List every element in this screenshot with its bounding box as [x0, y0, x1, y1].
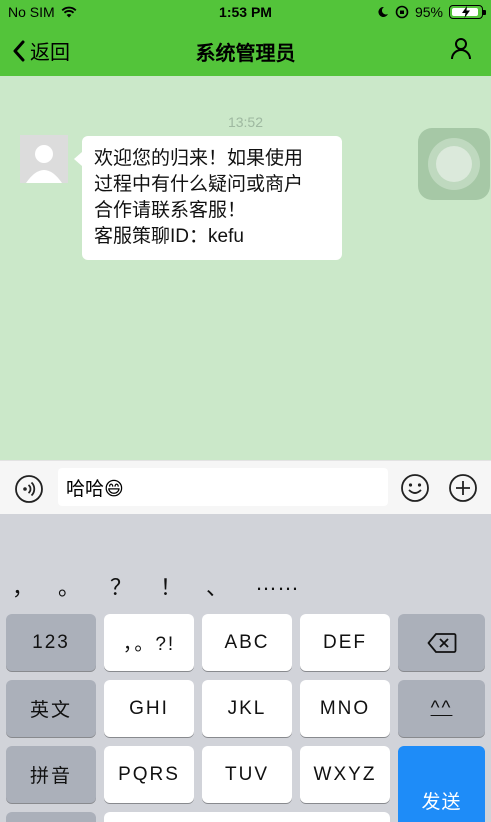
send-button[interactable]: 发送 — [398, 746, 485, 822]
delete-key[interactable] — [398, 614, 485, 671]
input-bar: 哈哈😄 — [0, 460, 491, 514]
key-english[interactable]: 英文 — [6, 680, 96, 737]
smiley-icon — [401, 474, 429, 502]
page-title: 系统管理员 — [195, 43, 296, 65]
candidate-item[interactable]: ？ — [110, 570, 132, 602]
navigation-bar: 返回 系统管理员 — [0, 24, 491, 76]
candidate-item[interactable]: 、 — [206, 570, 228, 602]
message-input[interactable]: 哈哈😄 — [58, 468, 388, 506]
assistive-touch-button[interactable] — [418, 128, 490, 200]
status-right: 95% — [377, 4, 486, 20]
plus-icon — [449, 474, 477, 502]
space-key[interactable] — [104, 812, 390, 822]
message-input-value: 哈哈😄 — [66, 478, 124, 500]
message-line: 合作请联系客服！ — [94, 200, 247, 221]
emoji-button[interactable] — [400, 473, 430, 508]
message-bubble[interactable]: 欢迎您的归来！如果使用 过程中有什么疑问或商户 合作请联系客服！ 客服策聊ID：… — [74, 136, 342, 260]
key-jkl[interactable]: JKL — [202, 680, 292, 737]
key-ghi[interactable]: GHI — [104, 680, 194, 737]
top-bar: No SIM 1:53 PM 95% 返回 系统管理员 — [0, 0, 491, 76]
candidate-item[interactable]: ， — [12, 570, 34, 602]
key-tuv[interactable]: TUV — [202, 746, 292, 803]
contact-profile-button[interactable] — [449, 36, 473, 65]
key-123[interactable]: 123 — [6, 614, 96, 671]
moon-icon — [378, 6, 388, 17]
battery-percent: 95% — [414, 4, 443, 20]
battery-icon — [449, 5, 486, 19]
assistive-touch-ring — [428, 138, 480, 190]
backspace-icon — [427, 632, 456, 653]
message-line: 欢迎您的归来！如果使用 — [94, 148, 304, 169]
candidate-item[interactable]: ！ — [160, 570, 182, 602]
key-partial[interactable] — [6, 812, 96, 822]
candidate-bar: ， 。 ？ ！ 、 …… — [0, 570, 491, 610]
voice-button[interactable] — [14, 474, 44, 509]
key-emoticon[interactable]: ^^ — [398, 680, 485, 737]
key-mno[interactable]: MNO — [300, 680, 390, 737]
more-button[interactable] — [448, 473, 478, 508]
keyboard: ， 。 ？ ！ 、 …… 123 ，。?! ABC DEF 英文 GHI JKL… — [0, 514, 491, 822]
avatar[interactable] — [20, 135, 68, 183]
orientation-lock-icon — [395, 5, 409, 19]
user-icon — [451, 38, 471, 60]
key-def[interactable]: DEF — [300, 614, 390, 671]
message-timestamp: 13:52 — [227, 114, 264, 130]
chat-area[interactable]: 13:52 欢迎您的归来！如果使用 过程中有什么疑问或商户 合作请联系客服！ 客… — [0, 76, 491, 460]
key-wxyz[interactable]: WXYZ — [300, 746, 390, 803]
candidate-item[interactable]: 。 — [58, 570, 80, 602]
key-punctuation[interactable]: ，。?! — [104, 614, 194, 671]
default-avatar-icon — [20, 135, 68, 183]
key-abc[interactable]: ABC — [202, 614, 292, 671]
key-pqrs[interactable]: PQRS — [104, 746, 194, 803]
keyboard-toolbar — [0, 514, 491, 552]
candidate-item[interactable]: …… — [255, 570, 299, 596]
assistive-touch-core — [436, 146, 472, 182]
key-pinyin[interactable]: 拼音 — [6, 746, 96, 803]
message-line: 过程中有什么疑问或商户 — [94, 174, 304, 195]
voice-icon — [15, 475, 43, 503]
status-bar: No SIM 1:53 PM 95% — [0, 0, 491, 24]
message-line: 客服策聊ID：kefu — [94, 226, 244, 247]
